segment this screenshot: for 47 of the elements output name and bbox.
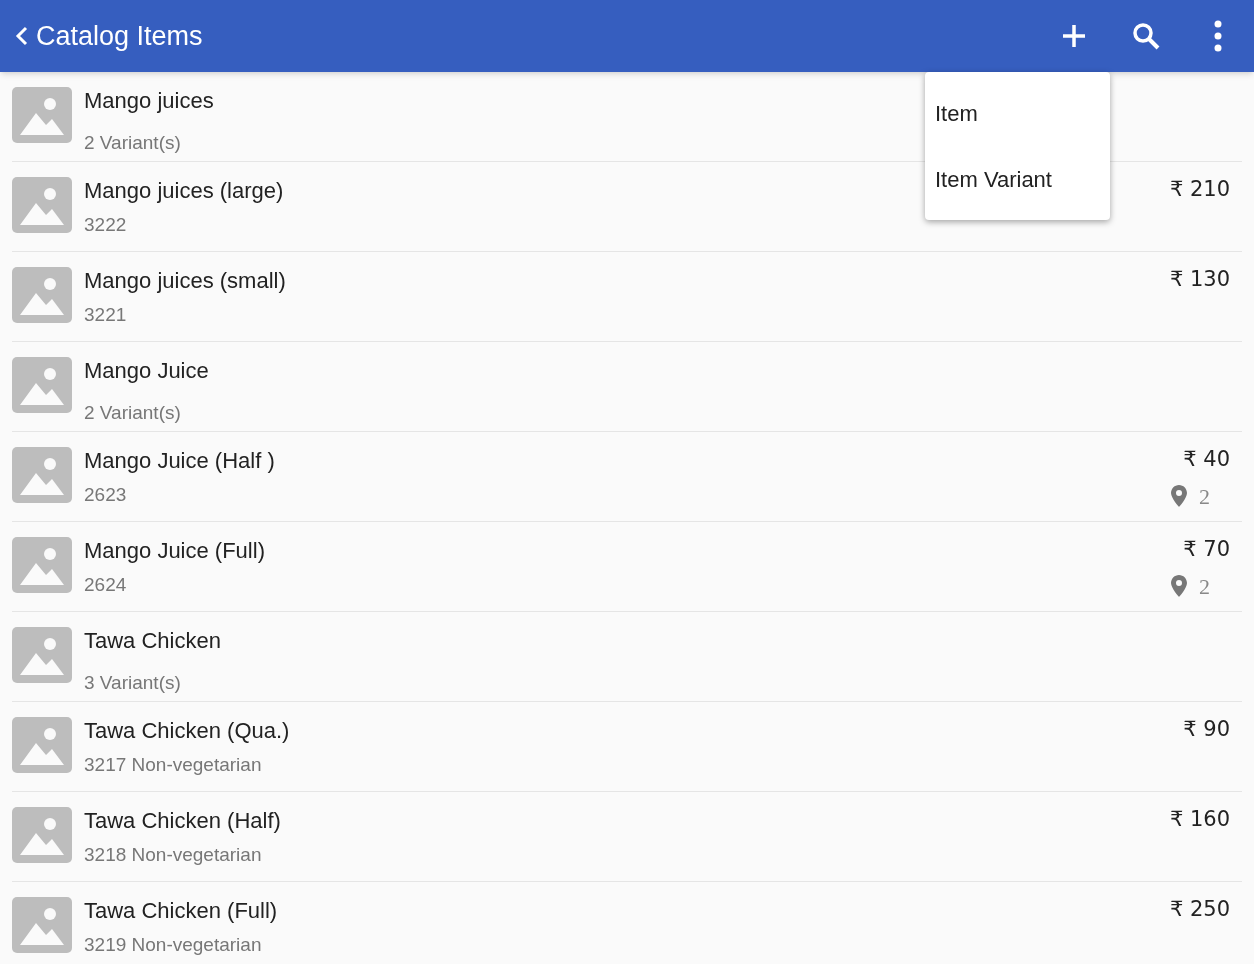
item-price: ₹ 130 [1169,266,1230,293]
search-icon [1131,21,1161,51]
image-placeholder-icon [12,177,72,233]
plus-icon [1060,22,1088,50]
menu-item[interactable]: Item [925,80,1110,146]
item-price: ₹ 70 [1183,536,1230,563]
item-name: Mango juices (large) [84,177,284,205]
item-name: Tawa Chicken (Qua.) [84,717,290,745]
location-count: 2 [1199,482,1210,511]
image-placeholder-icon [12,717,72,773]
image-placeholder-icon [12,807,72,863]
item-subtitle: 2 Variant(s) [84,401,181,425]
item-price: ₹ 250 [1169,896,1230,923]
more-icon [1213,20,1223,52]
item-subtitle: 3217 Non-vegetarian [84,753,262,777]
image-placeholder-icon [12,447,72,503]
image-placeholder-icon [12,357,72,413]
item-price: ₹ 40 [1183,446,1230,473]
item-subtitle: 3218 Non-vegetarian [84,843,262,867]
item-name: Mango Juice (Full) [84,537,265,565]
item-name: Tawa Chicken (Full) [84,897,278,925]
item-name: Mango juices (small) [84,267,286,295]
item-subtitle: 3221 [84,303,127,327]
location-pin-icon [1171,485,1187,507]
item-price: ₹ 160 [1169,806,1230,833]
item-subtitle: 3219 Non-vegetarian [84,933,262,957]
image-placeholder-icon [12,897,72,953]
image-placeholder-icon [12,537,72,593]
item-price: ₹ 90 [1183,716,1230,743]
menu-item[interactable]: Item Variant [925,146,1110,212]
image-placeholder-icon [12,627,72,683]
image-placeholder-icon [12,87,72,143]
item-subtitle: 2624 [84,573,127,597]
item-name: Tawa Chicken (Half) [84,807,281,835]
item-name: Mango Juice [84,357,209,385]
item-subtitle: 3222 [84,213,127,237]
item-name: Tawa Chicken [84,627,221,655]
item-price: ₹ 210 [1169,176,1230,203]
item-name: Mango juices [84,87,214,115]
item-subtitle: 3 Variant(s) [84,671,181,695]
item-name: Mango Juice (Half ) [84,447,275,475]
page-title: Catalog Items [36,19,203,53]
location-pin-icon [1171,575,1187,597]
location-count: 2 [1199,572,1210,601]
item-subtitle: 2623 [84,483,127,507]
image-placeholder-icon [12,267,72,323]
item-subtitle: 2 Variant(s) [84,131,181,155]
